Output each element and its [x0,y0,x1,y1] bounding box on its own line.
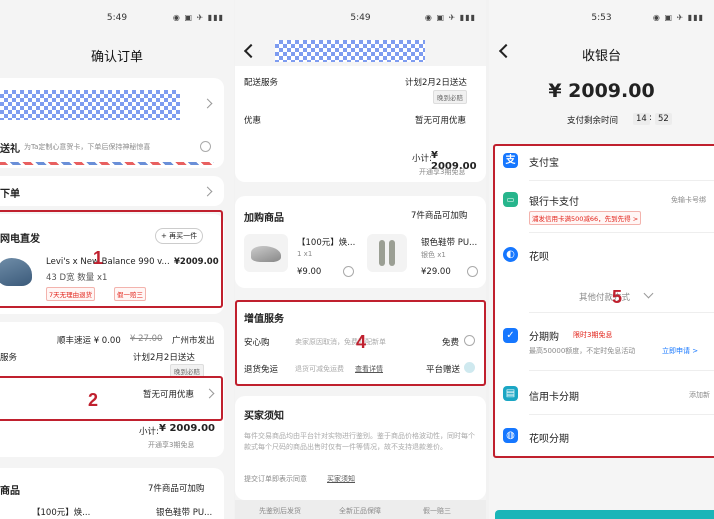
delivery-label: 配送服务 [244,78,279,88]
status-icons: ◉ ▣ ✈ ▮▮▮ [172,13,224,22]
addon-card: 加购商品 7件商品可加购 【100元】焕... 1 x1 ¥9.00 银色鞋带 … [235,196,486,288]
highlight-box-1 [0,210,223,308]
annotation-5: 5 [612,287,623,307]
addon-card: 商品 7件商品可加购 【100元】焕... 银色鞋带 PU... [0,468,224,519]
installment-text: 开通享3期免息 [148,441,195,449]
highlight-box-2 [0,376,223,421]
status-icons: ◉ ▣ ✈ ▮▮▮ [652,13,704,22]
addon2-image[interactable] [367,234,407,272]
order-details-screen: 5:49 ◉ ▣ ✈ ▮▮▮ 配送服务 计划2月2日送达 晚到必赔 优惠 暂无可… [235,0,486,519]
notice-footer: 提交订单即表示同意 [244,475,307,483]
chevron-right-icon [202,98,213,109]
guarantee-1: 先鉴别后发货 [259,507,301,515]
subtotal-label: 小计: [139,427,159,437]
addon-item-2[interactable]: 银色鞋带 PU... [156,506,212,518]
addon-right[interactable]: 7件商品可加购 [411,209,467,221]
delivery-value: 计划2月2日送达 [405,78,467,88]
pay-amount: ¥ 2009.00 [548,80,655,102]
pay-button[interactable] [495,510,714,519]
cashier-screen: 5:53 ◉ ▣ ✈ ▮▮▮ 收银台 ¥ 2009.00 支付剩余时间 14 :… [489,0,714,519]
gift-label: 送礼 [0,144,20,155]
annotation-2: 2 [88,390,99,410]
addon1-name[interactable]: 【100元】焕... [297,236,355,248]
shipping-line: 顺丰速运 ¥ 0.00 [57,336,121,346]
order-label: 下单 [0,189,20,200]
notice-title: 买家须知 [244,411,284,422]
envelope-border [0,162,214,165]
addon2-price: ¥29.00 [421,267,451,277]
addon1-price: ¥9.00 [297,267,322,277]
addon2-spec: 银色 x1 [421,251,446,259]
addon1-shoe [251,246,281,262]
three-phone-screens: 5:49 ◉ ▣ ✈ ▮▮▮ 确认订单 送礼 为Ta定制心意贺卡，下单后保持神秘… [0,0,714,519]
page-title: 确认订单 [90,50,143,65]
status-bar: 5:53 ◉ ▣ ✈ ▮▮▮ [489,0,714,32]
installment-text: 开通享3期免息 [419,168,466,176]
subtotal-label: 小计: [412,154,432,164]
addon1-spec: 1 x1 [297,250,313,258]
addon-label: 商品 [0,486,20,497]
gift-desc: 为Ta定制心意贺卡，下单后保持神秘惊喜 [24,143,151,151]
gift-radio[interactable] [200,141,211,152]
guarantee-bar: 先鉴别后发货 全新正品保障 假一赔三 [235,500,486,519]
addon-right[interactable]: 7件商品可加购 [148,482,204,494]
annotation-1: 1 [93,248,104,268]
addon-title: 加购商品 [244,213,284,224]
notice-body: 每件交易商品均由平台针对实物进行鉴别。鉴于商品价格波动性，同时每个款式每个尺码的… [244,432,475,451]
order-row[interactable]: 下单 [0,176,224,206]
notice-link[interactable]: 买家须知 [327,474,355,484]
service-value: 计划2月2日送达 [133,353,195,363]
subtotal-value: ¥ 2009.00 [159,423,215,434]
status-bar: 5:49 ◉ ▣ ✈ ▮▮▮ [235,0,486,32]
shipping-strike: ¥ 27.00 [130,334,163,344]
back-icon[interactable] [243,43,259,59]
chevron-right-icon [202,186,213,197]
addon1-image[interactable] [244,234,288,272]
confirm-order-screen: 5:49 ◉ ▣ ✈ ▮▮▮ 确认订单 送礼 为Ta定制心意贺卡，下单后保持神秘… [0,0,234,519]
shipping-from: 广州市发出 [172,336,215,346]
addon2-name[interactable]: 银色鞋带 PU... [421,236,477,248]
highlight-box-5 [493,144,714,458]
service-label: 服务 [0,353,18,363]
lace-right [389,240,395,266]
status-icons: ◉ ▣ ✈ ▮▮▮ [424,13,476,22]
remain-minutes: 14 [633,113,650,125]
status-bar: 5:49 ◉ ▣ ✈ ▮▮▮ [0,0,234,32]
guarantee-3: 假一赔三 [423,507,451,515]
addon1-radio[interactable] [343,266,354,277]
time-colon: : [649,113,652,123]
delivery-card: 配送服务 计划2月2日送达 晚到必赔 优惠 暂无可用优惠 小计: ¥ 2009.… [235,66,486,182]
delivery-pill: 晚到必赔 [433,90,467,104]
redacted-title [275,40,425,62]
annotation-4: 4 [356,332,367,352]
discount-label: 优惠 [244,116,262,126]
notice-card: 买家须知 每件交易商品均由平台针对实物进行鉴别。鉴于商品价格波动性，同时每个款式… [235,396,486,500]
remain-label: 支付剩余时间 [567,116,619,126]
page-title: 收银台 [581,49,621,64]
guarantee-2: 全新正品保障 [339,507,381,515]
discount-value[interactable]: 暂无可用优惠 [415,114,466,126]
address-card[interactable]: 送礼 为Ta定制心意贺卡，下单后保持神秘惊喜 [0,78,224,168]
addon-item-1[interactable]: 【100元】焕... [32,506,90,518]
remain-seconds: 52 [655,113,672,125]
lace-left [379,240,385,266]
addon2-radio[interactable] [467,266,478,277]
redacted-address [0,90,180,120]
